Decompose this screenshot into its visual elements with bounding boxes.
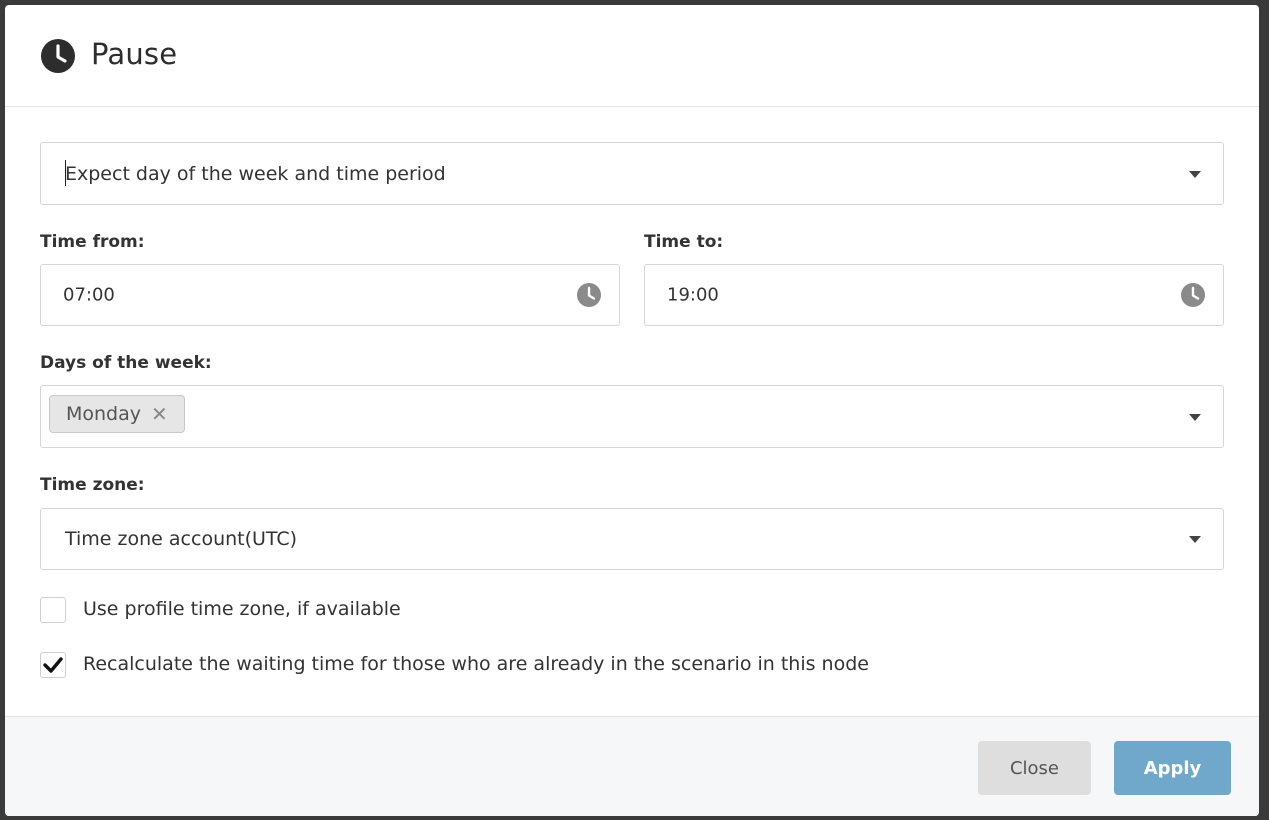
time-zone-value: Time zone account(UTC)	[65, 528, 298, 550]
dialog-title: Pause	[91, 37, 178, 71]
chevron-down-icon	[1189, 413, 1201, 421]
remove-tag-icon[interactable]: ✕	[151, 404, 168, 424]
time-from-input[interactable]: 07:00	[40, 264, 620, 326]
use-profile-timezone-label[interactable]: Use profile time zone, if available	[83, 598, 401, 620]
days-of-week-label: Days of the week:	[40, 353, 212, 373]
clock-icon	[41, 39, 75, 73]
mode-select-value: Expect day of the week and time period	[65, 162, 446, 185]
time-from-label: Time from:	[40, 232, 145, 252]
close-button[interactable]: Close	[978, 741, 1091, 795]
days-of-week-select[interactable]: Monday ✕	[40, 385, 1224, 448]
day-tag-label: Monday	[66, 403, 142, 425]
mode-select[interactable]: Expect day of the week and time period	[40, 142, 1224, 205]
checkmark-icon	[43, 657, 63, 673]
clock-icon[interactable]	[1181, 283, 1205, 307]
dialog-footer: Close Apply	[5, 716, 1259, 816]
chevron-down-icon	[1189, 170, 1201, 178]
recalculate-waiting-checkbox[interactable]	[40, 652, 66, 678]
time-to-input[interactable]: 19:00	[644, 264, 1224, 326]
time-from-value: 07:00	[63, 284, 115, 306]
pause-dialog: Pause Expect day of the week and time pe…	[5, 5, 1259, 816]
apply-button[interactable]: Apply	[1114, 741, 1231, 795]
time-zone-select[interactable]: Time zone account(UTC)	[40, 508, 1224, 570]
time-to-value: 19:00	[667, 284, 719, 306]
day-tag-monday: Monday ✕	[49, 395, 185, 433]
use-profile-timezone-checkbox[interactable]	[40, 597, 66, 623]
time-zone-label: Time zone:	[40, 475, 145, 495]
recalculate-waiting-label[interactable]: Recalculate the waiting time for those w…	[83, 653, 869, 675]
time-to-label: Time to:	[644, 232, 724, 252]
dialog-header: Pause	[5, 5, 1259, 107]
clock-icon[interactable]	[577, 283, 601, 307]
chevron-down-icon	[1189, 536, 1201, 543]
